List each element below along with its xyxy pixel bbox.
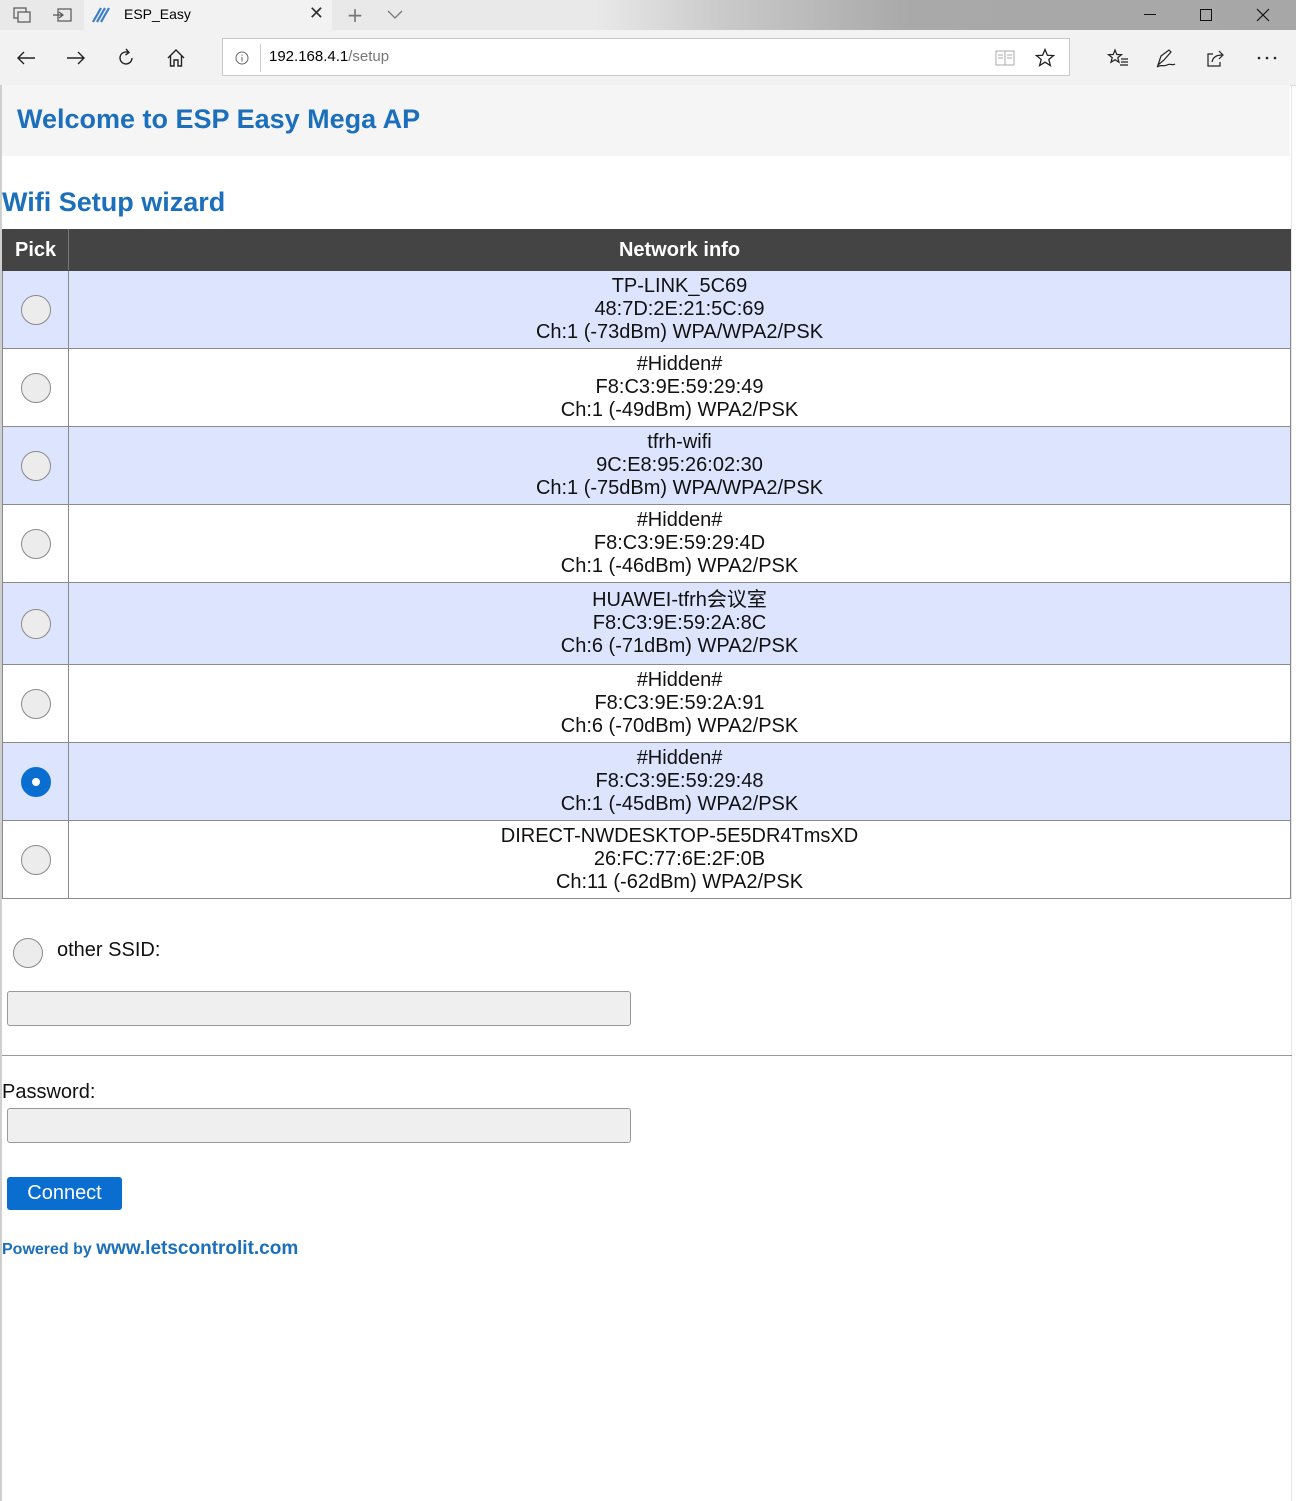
network-radio[interactable] <box>20 372 51 403</box>
network-details: Ch:1 (-46dBm) WPA2/PSK <box>560 555 799 577</box>
network-bssid: 26:FC:77:6E:2F:0B <box>593 848 766 870</box>
other-ssid-radio[interactable] <box>13 938 43 968</box>
network-bssid: F8:C3:9E:59:29:4D <box>593 532 766 554</box>
network-info-column-header: Network info <box>68 229 1291 271</box>
tabs-aside-icon[interactable] <box>48 0 76 30</box>
chevron-down-icon[interactable] <box>382 0 408 30</box>
more-options-icon[interactable] <box>1251 42 1283 74</box>
table-row[interactable]: TP-LINK_5C69 48:7D:2E:21:5C:69 Ch:1 (-73dB… <box>2 270 1291 349</box>
tab-title: ESP_Easy <box>124 6 191 22</box>
share-icon[interactable] <box>1200 42 1232 74</box>
divider <box>2 1055 1292 1056</box>
new-tab-icon[interactable]: + <box>342 0 368 30</box>
network-radio[interactable] <box>20 688 51 719</box>
network-radio[interactable] <box>20 528 51 559</box>
network-radio[interactable] <box>20 608 51 639</box>
network-details: Ch:11 (-62dBm) WPA2/PSK <box>555 871 804 893</box>
home-icon[interactable] <box>160 42 192 74</box>
network-info: #Hidden# F8:C3:9E:59:29:4D Ch:1 (-46dBm) W… <box>68 504 1291 583</box>
favorite-star-icon[interactable] <box>1035 48 1055 68</box>
minimize-icon[interactable] <box>1122 0 1178 30</box>
connect-button[interactable]: Connect <box>7 1177 122 1210</box>
site-info-icon[interactable] <box>235 51 249 65</box>
address-bar[interactable]: 192.168.4.1/setup <box>222 38 1070 76</box>
reading-view-icon[interactable] <box>995 49 1015 67</box>
network-ssid: #Hidden# <box>636 509 723 531</box>
favorites-hub-icon[interactable] <box>1102 42 1134 74</box>
network-info: TP-LINK_5C69 48:7D:2E:21:5C:69 Ch:1 (-73dB… <box>68 270 1291 349</box>
network-info: #Hidden# F8:C3:9E:59:2A:91 Ch:6 (-70dBm) W… <box>68 664 1291 743</box>
network-radio[interactable] <box>20 844 51 875</box>
table-row[interactable]: #Hidden# F8:C3:9E:59:29:49 Ch:1 (-49dBm) W… <box>2 348 1291 427</box>
network-ssid: DIRECT-NWDESKTOP-5E5DR4TmsXD <box>500 825 859 847</box>
other-ssid-label: other SSID: <box>57 939 161 961</box>
table-row[interactable]: DIRECT-NWDESKTOP-5E5DR4TmsXD 26:FC:77:6E:… <box>2 820 1291 899</box>
network-radio[interactable] <box>20 450 51 481</box>
network-details: Ch:1 (-45dBm) WPA2/PSK <box>560 793 799 815</box>
network-ssid: TP-LINK_5C69 <box>611 275 748 297</box>
table-row[interactable]: HUAWEI-tfrh会议室 F8:C3:9E:59:2A:8C Ch:6 (-71… <box>2 582 1291 665</box>
network-ssid: HUAWEI-tfrh会议室 <box>592 589 767 611</box>
password-label: Password: <box>2 1081 96 1103</box>
network-info: #Hidden# F8:C3:9E:59:29:49 Ch:1 (-49dBm) W… <box>68 348 1291 427</box>
table-row[interactable]: tfrh-wifi 9C:E8:95:26:02:30 Ch:1 (-75dBm) … <box>2 426 1291 505</box>
network-bssid: F8:C3:9E:59:29:48 <box>595 770 764 792</box>
url-host: 192.168.4.1 <box>269 48 349 65</box>
navigation-bar: 192.168.4.1/setup <box>0 30 1296 86</box>
network-ssid: #Hidden# <box>636 353 723 375</box>
maximize-icon[interactable] <box>1178 0 1234 30</box>
forward-icon[interactable] <box>60 42 92 74</box>
network-radio[interactable] <box>20 294 51 325</box>
network-table: Pick Network info TP-LINK_5C69 48:7D:2E:2… <box>2 229 1291 899</box>
network-details: Ch:6 (-70dBm) WPA2/PSK <box>560 715 799 737</box>
footer-prefix: Powered by <box>2 1241 92 1258</box>
refresh-icon[interactable] <box>110 42 142 74</box>
network-details: Ch:1 (-73dBm) WPA/WPA2/PSK <box>535 321 824 343</box>
network-info: DIRECT-NWDESKTOP-5E5DR4TmsXD 26:FC:77:6E:… <box>68 820 1291 899</box>
esp-easy-favicon-icon <box>92 7 110 23</box>
wizard-title: Wifi Setup wizard <box>2 187 226 217</box>
network-radio[interactable] <box>20 766 51 797</box>
network-details: Ch:1 (-49dBm) WPA2/PSK <box>560 399 799 421</box>
table-row[interactable]: #Hidden# F8:C3:9E:59:29:4D Ch:1 (-46dBm) W… <box>2 504 1291 583</box>
network-bssid: F8:C3:9E:59:29:49 <box>595 376 764 398</box>
network-bssid: F8:C3:9E:59:2A:8C <box>592 612 767 634</box>
network-details: Ch:1 (-75dBm) WPA/WPA2/PSK <box>535 477 824 499</box>
close-tab-icon[interactable]: ✕ <box>309 3 324 24</box>
url-text[interactable]: 192.168.4.1/setup <box>269 48 389 65</box>
network-info: tfrh-wifi 9C:E8:95:26:02:30 Ch:1 (-75dBm) … <box>68 426 1291 505</box>
footer: Powered by www.letscontrolit.com <box>2 1238 298 1260</box>
network-bssid: 48:7D:2E:21:5C:69 <box>594 298 765 320</box>
browser-tab[interactable]: ESP_Easy ✕ <box>84 0 332 30</box>
footer-link[interactable]: www.letscontrolit.com <box>96 1238 298 1259</box>
url-path: /setup <box>348 48 390 65</box>
table-row[interactable]: #Hidden# F8:C3:9E:59:29:48 Ch:1 (-45dBm) W… <box>2 742 1291 821</box>
network-bssid: 9C:E8:95:26:02:30 <box>596 454 763 476</box>
network-ssid: tfrh-wifi <box>647 431 712 453</box>
tab-set-aside-icon[interactable] <box>8 0 36 30</box>
network-info: #Hidden# F8:C3:9E:59:29:48 Ch:1 (-45dBm) W… <box>68 742 1291 821</box>
close-window-icon[interactable] <box>1235 0 1291 30</box>
pick-column-header: Pick <box>2 229 69 271</box>
network-ssid: #Hidden# <box>636 747 723 769</box>
back-icon[interactable] <box>10 42 42 74</box>
network-info: HUAWEI-tfrh会议室 F8:C3:9E:59:2A:8C Ch:6 (-71… <box>68 582 1291 665</box>
address-separator <box>260 44 261 72</box>
page-border-right <box>1291 85 1292 1501</box>
password-input[interactable] <box>7 1108 631 1143</box>
network-details: Ch:6 (-71dBm) WPA2/PSK <box>560 635 799 657</box>
other-ssid-input[interactable] <box>7 991 631 1026</box>
network-bssid: F8:C3:9E:59:2A:91 <box>594 692 765 714</box>
network-ssid: #Hidden# <box>636 669 723 691</box>
web-note-pen-icon[interactable] <box>1150 42 1182 74</box>
table-row[interactable]: #Hidden# F8:C3:9E:59:2A:91 Ch:6 (-70dBm) W… <box>2 664 1291 743</box>
title-bar: ESP_Easy ✕ + <box>0 0 1296 30</box>
page-title: Welcome to ESP Easy Mega AP <box>17 104 421 134</box>
